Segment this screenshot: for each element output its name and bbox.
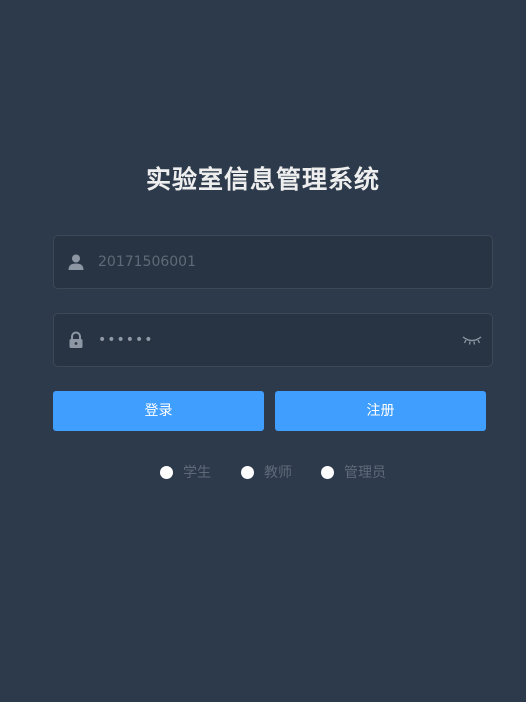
username-field[interactable]: 20171506001 — [53, 235, 493, 289]
lock-icon — [67, 331, 85, 349]
role-radio-group: 学生 教师 管理员 — [0, 463, 526, 483]
radio-circle[interactable] — [241, 466, 254, 479]
password-field[interactable]: •••••• — [53, 313, 493, 367]
radio-circle[interactable] — [321, 466, 334, 479]
eye-closed-icon[interactable] — [462, 332, 482, 348]
radio-circle[interactable] — [160, 466, 173, 479]
login-button[interactable]: 登录 — [53, 391, 264, 431]
role-teacher-label: 教师 — [264, 465, 292, 481]
role-student-label: 学生 — [183, 465, 211, 481]
page-title: 实验室信息管理系统 — [145, 165, 380, 194]
password-input[interactable]: •••••• — [98, 314, 154, 366]
register-button[interactable]: 注册 — [275, 391, 486, 431]
role-admin-label: 管理员 — [344, 465, 386, 481]
username-input[interactable]: 20171506001 — [98, 236, 196, 288]
user-icon — [67, 253, 85, 271]
